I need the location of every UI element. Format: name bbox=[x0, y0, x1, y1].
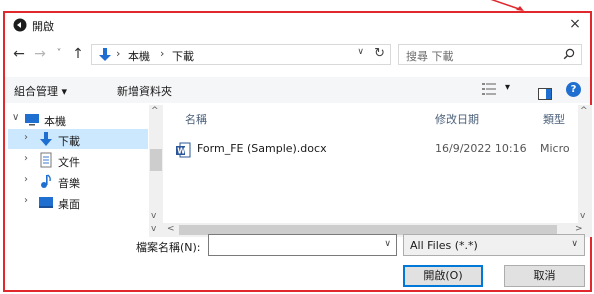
forward-button[interactable]: → bbox=[32, 45, 48, 63]
file-type-select[interactable]: All Files (*.*) ∨ bbox=[403, 234, 585, 256]
breadcrumb-downloads[interactable]: 下載 bbox=[172, 48, 194, 64]
view-dropdown-icon: ▾ bbox=[505, 82, 511, 93]
refresh-icon[interactable]: ↻ bbox=[374, 46, 385, 61]
app-icon bbox=[13, 18, 27, 32]
breadcrumb-separator: › bbox=[116, 47, 121, 60]
details-view-icon bbox=[482, 83, 496, 95]
file-row[interactable]: W Form_FE (Sample).docx 16/9/2022 10:16 … bbox=[175, 140, 575, 160]
file-list: 名稱 修改日期 類型 W Form_FE (Sample).docx 16/9/… bbox=[163, 105, 592, 237]
open-button[interactable]: 開啟(O) bbox=[403, 265, 483, 287]
sidebar-item-label: 音樂 bbox=[58, 177, 80, 190]
preview-pane-icon[interactable] bbox=[538, 84, 552, 104]
sidebar-item-label: 下載 bbox=[58, 135, 80, 148]
file-type-value: All Files (*.*) bbox=[410, 239, 478, 252]
expand-chevron-icon[interactable]: › bbox=[24, 195, 28, 206]
search-icon bbox=[563, 48, 575, 60]
help-icon[interactable]: ? bbox=[566, 82, 581, 97]
scroll-down-arrow[interactable]: v bbox=[151, 211, 156, 221]
cancel-button[interactable]: 取消 bbox=[504, 265, 585, 287]
scrollbar-thumb[interactable] bbox=[150, 149, 162, 171]
expand-chevron-icon[interactable]: › bbox=[24, 132, 28, 143]
sidebar-item-label: 文件 bbox=[58, 156, 80, 169]
svg-text:W: W bbox=[177, 147, 186, 156]
sidebar-item-documents[interactable]: › 文件 bbox=[8, 150, 148, 170]
sidebar-item-this-pc[interactable]: ∨ 本機 bbox=[8, 109, 148, 129]
close-button[interactable]: × bbox=[566, 15, 584, 33]
scroll-right-arrow[interactable]: > bbox=[575, 224, 583, 234]
scroll-left-arrow[interactable]: < bbox=[167, 224, 175, 234]
column-header-type[interactable]: 類型 bbox=[543, 111, 565, 127]
download-icon bbox=[40, 132, 52, 146]
computer-icon bbox=[25, 114, 39, 126]
sidebar-item-desktop[interactable]: › 桌面 bbox=[8, 192, 148, 212]
organize-button[interactable]: 組合管理 ▾ bbox=[14, 83, 67, 99]
breadcrumb-separator: › bbox=[160, 47, 165, 60]
view-options-button[interactable]: ▾ bbox=[480, 80, 526, 100]
music-icon bbox=[41, 174, 51, 188]
navigation-pane: ∨ 本機 › 下載 › 文件 › 音樂 › 桌面 ^ v bbox=[8, 105, 163, 237]
desktop-icon bbox=[39, 197, 53, 208]
scroll-up-arrow[interactable]: ^ bbox=[580, 106, 588, 116]
sidebar-item-label: 桌面 bbox=[58, 198, 80, 211]
column-header-name[interactable]: 名稱 bbox=[185, 111, 207, 127]
document-icon bbox=[40, 152, 52, 168]
breadcrumb-this-pc[interactable]: 本機 bbox=[128, 48, 150, 64]
sidebar-item-label: 本機 bbox=[44, 115, 66, 128]
search-box[interactable]: 搜尋 下載 bbox=[398, 44, 582, 65]
address-row: ← → ˅ ↑ › 本機 › 下載 ∨ ↻ 搜尋 下載 bbox=[5, 41, 590, 69]
back-button[interactable]: ← bbox=[11, 45, 27, 63]
sidebar-scroll-down-arrow[interactable]: v bbox=[149, 223, 163, 237]
search-placeholder: 搜尋 下載 bbox=[406, 50, 454, 63]
filename-dropdown-icon[interactable]: ∨ bbox=[384, 239, 391, 249]
column-header-date-modified[interactable]: 修改日期 bbox=[435, 111, 479, 127]
sidebar-item-downloads[interactable]: › 下載 bbox=[8, 129, 148, 149]
up-button[interactable]: ↑ bbox=[70, 45, 86, 63]
scroll-up-arrow[interactable]: ^ bbox=[151, 106, 159, 116]
file-type: Micro bbox=[540, 142, 570, 155]
recent-locations-button[interactable]: ˅ bbox=[52, 45, 66, 63]
command-toolbar: 組合管理 ▾ 新增資料夾 ▾ ? bbox=[5, 77, 590, 103]
word-document-icon: W bbox=[176, 142, 191, 158]
filename-input[interactable]: ∨ bbox=[208, 234, 397, 256]
file-date-modified: 16/9/2022 10:16 bbox=[435, 142, 527, 155]
window-title: 開啟 bbox=[32, 20, 54, 33]
expand-chevron-icon[interactable]: › bbox=[24, 174, 28, 185]
sidebar-vertical-scrollbar[interactable]: ^ v bbox=[149, 105, 163, 225]
file-list-vertical-scrollbar[interactable]: ^ v bbox=[578, 105, 592, 225]
title-bar: 開啟 × bbox=[5, 13, 590, 37]
scroll-down-arrow[interactable]: v bbox=[151, 224, 156, 234]
filename-label: 檔案名稱(N): bbox=[136, 241, 201, 254]
expand-chevron-icon[interactable]: ∨ bbox=[12, 112, 19, 123]
address-dropdown-icon[interactable]: ∨ bbox=[357, 47, 364, 57]
sidebar-item-music[interactable]: › 音樂 bbox=[8, 171, 148, 191]
file-type-dropdown-icon: ∨ bbox=[571, 239, 578, 249]
address-bar[interactable]: › 本機 › 下載 ∨ ↻ bbox=[91, 44, 391, 65]
open-file-dialog: 開啟 × ← → ˅ ↑ › 本機 › 下載 ∨ ↻ 搜尋 下載 組合管理 ▾ … bbox=[3, 11, 592, 292]
file-name: Form_FE (Sample).docx bbox=[197, 142, 327, 155]
download-folder-icon bbox=[99, 48, 111, 61]
new-folder-button[interactable]: 新增資料夾 bbox=[117, 83, 172, 99]
expand-chevron-icon[interactable]: › bbox=[24, 153, 28, 164]
scroll-down-arrow[interactable]: v bbox=[580, 211, 585, 221]
